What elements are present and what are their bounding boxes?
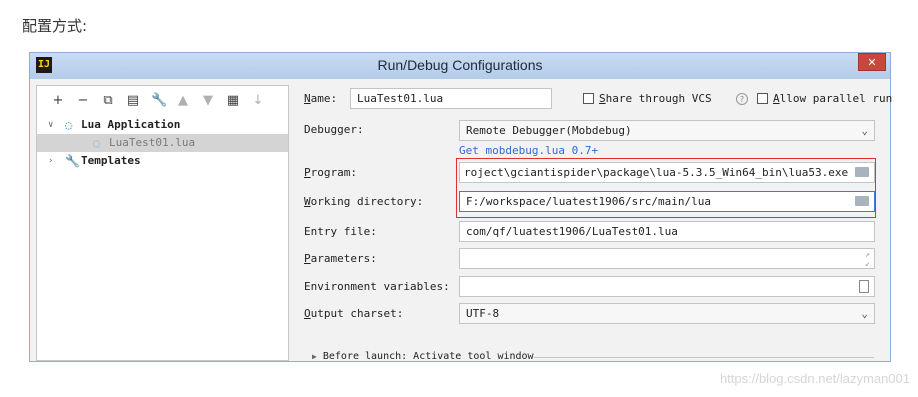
program-label: Program: bbox=[304, 166, 357, 179]
chevron-right-icon: ▶ bbox=[312, 352, 317, 361]
output-charset-value: UTF-8 bbox=[466, 307, 500, 320]
watermark: https://blog.csdn.net/lazyman001 bbox=[719, 371, 910, 386]
parameters-label: Parameters: bbox=[304, 252, 377, 265]
program-input[interactable]: roject\gciantispider\package\lua-5.3.5_W… bbox=[459, 162, 875, 183]
help-icon[interactable]: ? bbox=[736, 93, 748, 105]
working-directory-label: Working directory: bbox=[304, 195, 424, 208]
run-debug-dialog: IJ Run/Debug Configurations ✕ + − ⧉ ▤ 🔧 ▲ ▼ ▦ ↓ … bbox=[29, 52, 892, 362]
chevron-down-icon: ⌄ bbox=[861, 307, 868, 320]
chevron-down-icon: ⌄ bbox=[861, 124, 868, 137]
page-heading: 配置方式: bbox=[22, 17, 88, 35]
name-input[interactable]: LuaTest01.lua bbox=[350, 88, 552, 109]
allow-parallel-checkbox[interactable] bbox=[757, 93, 768, 104]
edit-document-icon[interactable] bbox=[859, 280, 869, 293]
remove-icon[interactable]: − bbox=[76, 93, 90, 108]
environment-variables-input[interactable] bbox=[459, 276, 875, 297]
tree-item-label: Templates bbox=[81, 154, 141, 167]
share-vcs-checkbox[interactable] bbox=[583, 93, 594, 104]
tree-item-label: Lua Application bbox=[81, 118, 181, 131]
share-vcs-label: Share through VCS bbox=[599, 92, 712, 105]
output-charset-select[interactable]: UTF-8 ⌄ bbox=[459, 303, 875, 324]
wrench-icon[interactable]: 🔧 bbox=[151, 93, 167, 108]
before-launch-section[interactable]: ▶ Before launch: Activate tool window bbox=[312, 351, 534, 362]
parameters-input[interactable]: ↗ ↙ bbox=[459, 248, 875, 269]
chevron-down-icon[interactable]: ∨ bbox=[48, 116, 53, 134]
browse-folder-icon[interactable] bbox=[855, 167, 869, 177]
working-directory-input[interactable]: F:/workspace/luatest1906/src/main/lua bbox=[459, 191, 875, 212]
name-label: Name: bbox=[304, 92, 338, 105]
working-directory-value: F:/workspace/luatest1906/src/main/lua bbox=[466, 195, 712, 208]
configurations-toolbar: + − ⧉ ▤ 🔧 ▲ ▼ ▦ ↓ bbox=[51, 90, 265, 110]
output-charset-label: Output charset: bbox=[304, 307, 404, 320]
debugger-select[interactable]: Remote Debugger(Mobdebug) ⌄ bbox=[459, 120, 875, 141]
debugger-value: Remote Debugger(Mobdebug) bbox=[466, 124, 632, 137]
before-launch-label: Before launch: Activate tool window bbox=[322, 351, 534, 362]
wrench-icon: 🔧 bbox=[65, 154, 80, 168]
allow-parallel-label: Allow parallel run bbox=[773, 92, 893, 105]
tree-item-lua-application[interactable]: ∨ ◌ Lua Application bbox=[37, 116, 288, 134]
configurations-tree: ∨ ◌ Lua Application ◌ LuaTest01.lua › 🔧 … bbox=[37, 116, 288, 170]
folder-icon[interactable]: ▦ bbox=[226, 93, 240, 108]
save-icon[interactable]: ▤ bbox=[126, 93, 140, 108]
dialog-title: Run/Debug Configurations bbox=[377, 57, 543, 73]
tree-item-luatest01[interactable]: ◌ LuaTest01.lua bbox=[37, 134, 288, 152]
expand-icon[interactable]: ↗ ↙ bbox=[865, 250, 870, 268]
entry-file-label: Entry file: bbox=[304, 225, 377, 238]
close-button[interactable]: ✕ bbox=[858, 53, 886, 71]
configurations-panel: + − ⧉ ▤ 🔧 ▲ ▼ ▦ ↓ ∨ ◌ Lua Application ◌ LuaTest0… bbox=[36, 85, 289, 361]
debugger-label: Debugger: bbox=[304, 123, 364, 136]
entry-file-input[interactable]: com/qf/luatest1906/LuaTest01.lua bbox=[459, 221, 875, 242]
configuration-form: Name: LuaTest01.lua Share through VCS ? … bbox=[304, 85, 892, 362]
separator-line bbox=[534, 357, 874, 358]
move-up-icon[interactable]: ▲ bbox=[176, 93, 190, 108]
program-value: roject\gciantispider\package\lua-5.3.5_W… bbox=[464, 166, 849, 179]
sort-icon[interactable]: ↓ bbox=[251, 93, 265, 108]
add-icon[interactable]: + bbox=[51, 93, 65, 108]
environment-variables-label: Environment variables: bbox=[304, 280, 450, 293]
chevron-right-icon[interactable]: › bbox=[48, 152, 53, 170]
move-down-icon[interactable]: ▼ bbox=[201, 93, 215, 108]
browse-folder-icon[interactable] bbox=[855, 196, 869, 206]
lua-file-icon: ◌ bbox=[93, 136, 101, 150]
lua-icon: ◌ bbox=[65, 118, 73, 132]
tree-item-templates[interactable]: › 🔧 Templates bbox=[37, 152, 288, 170]
tree-item-label: LuaTest01.lua bbox=[109, 136, 196, 149]
copy-icon[interactable]: ⧉ bbox=[101, 93, 115, 108]
get-mobdebug-link[interactable]: Get mobdebug.lua 0.7+ bbox=[459, 144, 598, 157]
title-bar: IJ Run/Debug Configurations ✕ bbox=[30, 53, 890, 79]
